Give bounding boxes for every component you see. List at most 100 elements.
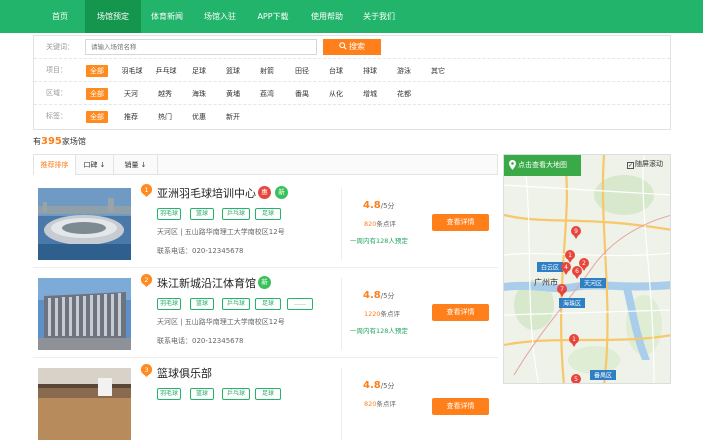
sort-reputation[interactable]: 口碑 ↓ (76, 155, 114, 175)
rank-marker-icon: 3 (140, 364, 153, 377)
venue-tag: 篮球 (190, 208, 214, 220)
view-details-button[interactable]: 查看详情 (432, 398, 489, 415)
follow-scroll-checkbox[interactable]: ✓ 随屏滚动 (627, 159, 663, 169)
tag-new[interactable]: 新开 (224, 111, 242, 123)
nav-venue-join[interactable]: 场馆入驻 (193, 0, 247, 33)
nav-help[interactable]: 使用帮助 (301, 0, 353, 33)
project-archery[interactable]: 射箭 (258, 65, 276, 77)
venue-reviews-suffix: 条点评 (376, 220, 396, 228)
venue-bookings: 一周内有128人预定 (350, 237, 408, 245)
area-label: 区域： (46, 89, 67, 97)
nav-home[interactable]: 首页 (36, 0, 84, 33)
tag-hot[interactable]: 热门 (156, 111, 174, 123)
checkbox-box[interactable]: ✓ (627, 162, 634, 169)
tag-all[interactable]: 全部 (86, 111, 108, 123)
venue-address: 天河区 | 五山路华南理工大学南校区12号 (157, 318, 285, 326)
area-huadu[interactable]: 花都 (395, 88, 413, 100)
project-track[interactable]: 田径 (293, 65, 311, 77)
venue-score-value: 4.8 (363, 380, 381, 391)
venue-count-suffix: 家场馆 (61, 137, 86, 146)
venue-reviews-suffix: 条点评 (380, 310, 401, 318)
area-liwan[interactable]: 荔湾 (258, 88, 276, 100)
venue-bookings: 一周内有128人预定 (350, 327, 408, 335)
venue-photo-2[interactable] (38, 278, 131, 350)
venue-tag: 乒乓球 (222, 208, 250, 220)
map-label: 番禺区 (594, 373, 612, 380)
location-pin-icon (509, 160, 516, 170)
view-details-button[interactable]: 查看详情 (432, 214, 489, 231)
rank-number: 2 (144, 276, 148, 284)
new-badge: 新 (275, 186, 288, 199)
tag-label: 标签： (46, 112, 67, 120)
area-row: 区域： 全部 天河 越秀 海珠 黄埔 荔湾 番禺 从化 增城 花都 (34, 82, 670, 105)
nav-app-download[interactable]: APP下载 (247, 0, 299, 33)
venue-reviews-count: 1220 (364, 310, 381, 318)
view-details-button[interactable]: 查看详情 (432, 304, 489, 321)
project-other[interactable]: 其它 (429, 65, 447, 77)
area-all[interactable]: 全部 (86, 88, 108, 100)
tag-recommended[interactable]: 推荐 (122, 111, 140, 123)
map-label: 天河区 (584, 280, 602, 288)
nav-sports-news[interactable]: 体育新闻 (141, 0, 193, 33)
follow-scroll-label: 随屏滚动 (635, 160, 663, 168)
area-yuexiu[interactable]: 越秀 (156, 88, 174, 100)
area-huangpu[interactable]: 黄埔 (224, 88, 242, 100)
area-haizhu[interactable]: 海珠 (190, 88, 208, 100)
search-button[interactable]: 搜索 (323, 39, 381, 55)
area-panyu[interactable]: 番禺 (293, 88, 311, 100)
venue-map[interactable]: 白云区 广州市 天河区 海珠区 番禺区 9 1 2 4 6 7 1 5 (503, 154, 671, 384)
project-basketball[interactable]: 篮球 (224, 65, 242, 77)
project-swimming[interactable]: 游泳 (395, 65, 413, 77)
nav-about[interactable]: 关于我们 (353, 0, 405, 33)
sort-sales[interactable]: 销量 ↓ (114, 155, 158, 175)
tag-discount[interactable]: 优惠 (190, 111, 208, 123)
project-pingpong[interactable]: 乒乓球 (153, 65, 179, 77)
map-label: 广州市 (534, 277, 558, 287)
nav-venue-booking[interactable]: 场馆预定 (85, 0, 141, 33)
venue-name[interactable]: 篮球俱乐部 (157, 365, 212, 381)
keyword-input[interactable] (85, 39, 317, 55)
rank-marker-icon: 2 (140, 274, 153, 287)
project-billiards[interactable]: 台球 (327, 65, 345, 77)
rank-number: 3 (144, 366, 148, 374)
venue-reviews: 820条点评 (364, 218, 396, 228)
venue-name[interactable]: 珠江新城沿江体育馆 (157, 275, 256, 291)
divider (341, 278, 342, 350)
venue-name[interactable]: 亚洲羽毛球培训中心 (157, 185, 256, 201)
view-large-map-button[interactable]: 点击查看大地图 (504, 155, 581, 176)
project-football[interactable]: 足球 (190, 65, 208, 77)
svg-text:1: 1 (572, 336, 576, 343)
venue-tag-more[interactable]: …… (287, 298, 313, 310)
venue-tag: 足球 (255, 388, 281, 400)
map-marker: 5 (571, 374, 581, 383)
svg-text:5: 5 (574, 376, 578, 383)
venue-item-1: 1 亚洲羽毛球培训中心 惠 新 羽毛球 篮球 乒乓球 足球 天河区 | 五山路华… (33, 180, 498, 268)
area-conghua[interactable]: 从化 (327, 88, 345, 100)
venue-item-3: 3 篮球俱乐部 羽毛球 篮球 乒乓球 足球 4.8/5分 820条点评 查看详情 (33, 360, 498, 448)
venue-photo-1[interactable] (38, 188, 131, 260)
venue-phone: 联系电话：020-12345678 (157, 247, 244, 255)
venue-tag: 羽毛球 (157, 208, 181, 220)
venue-count-prefix: 有 (33, 137, 41, 146)
venue-score: 4.8/5分 (363, 200, 395, 211)
venue-photo-3[interactable] (38, 368, 131, 440)
venue-tag: 足球 (255, 208, 281, 220)
venue-address: 天河区 | 五山路华南理工大学南校区12号 (157, 228, 285, 236)
area-tianhe[interactable]: 天河 (122, 88, 140, 100)
project-all[interactable]: 全部 (86, 65, 108, 77)
venue-tag: 羽毛球 (157, 298, 181, 310)
venue-score-max: /5分 (380, 292, 395, 300)
svg-text:1: 1 (568, 252, 572, 259)
venue-reviews-suffix: 条点评 (376, 400, 396, 408)
venue-score: 4.8/5分 (363, 380, 395, 391)
top-nav: 首页 场馆预定 体育新闻 场馆入驻 APP下载 使用帮助 关于我们 (0, 0, 703, 33)
area-zengcheng[interactable]: 增城 (361, 88, 379, 100)
project-volleyball[interactable]: 排球 (361, 65, 379, 77)
venue-tag: 乒乓球 (222, 298, 250, 310)
venue-count: 有395家场馆 (33, 136, 86, 147)
tag-row: 标签： 全部 推荐 热门 优惠 新开 (34, 105, 670, 128)
project-badminton[interactable]: 羽毛球 (119, 65, 145, 77)
svg-text:9: 9 (574, 228, 578, 235)
venue-tag: 篮球 (190, 388, 214, 400)
sort-recommended[interactable]: 推荐排序 (34, 155, 76, 175)
